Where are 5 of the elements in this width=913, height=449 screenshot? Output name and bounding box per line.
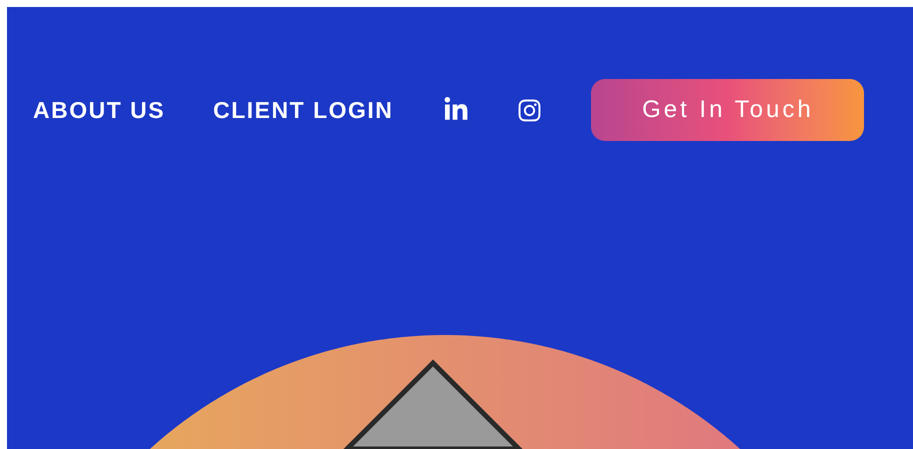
linkedin-icon[interactable]: [443, 97, 470, 123]
instagram-icon[interactable]: [517, 98, 542, 122]
get-in-touch-button[interactable]: Get In Touch: [591, 79, 864, 141]
nav-link[interactable]: CLIENT LOGIN: [213, 92, 394, 128]
nav-link[interactable]: ABOUT US: [33, 92, 166, 128]
